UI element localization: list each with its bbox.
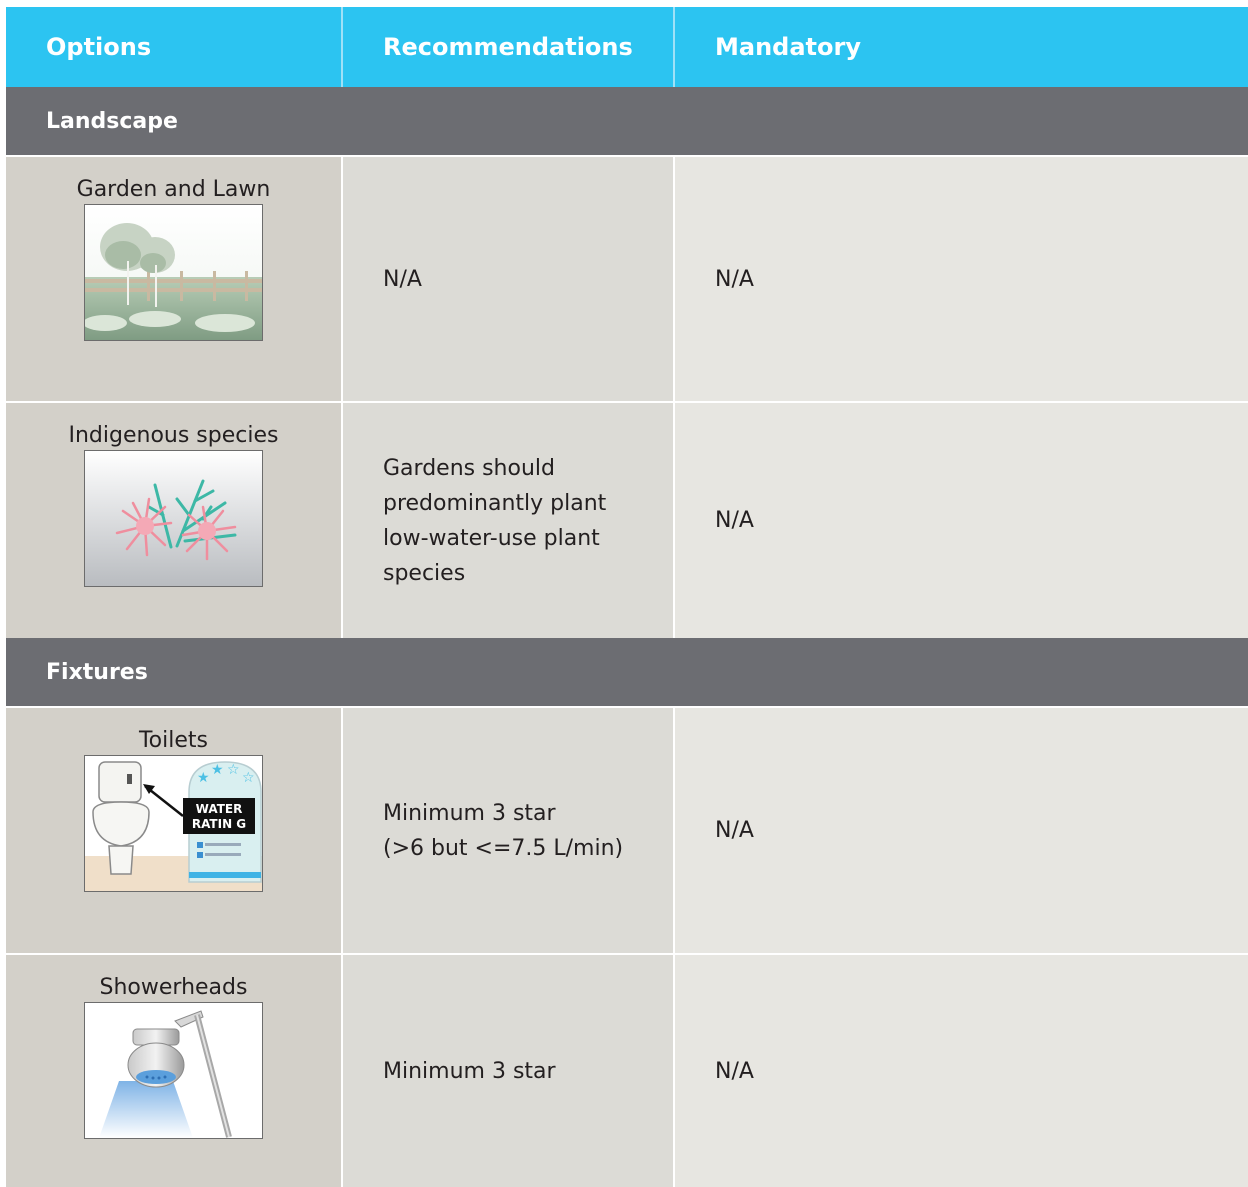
option-label: Toilets — [138, 728, 208, 753]
header-options: Options — [6, 7, 343, 87]
toilet-water-rating-icon: ★ ★ ☆ ☆ WATER RATIN G — [84, 755, 263, 892]
showerhead-icon — [84, 1002, 263, 1139]
svg-text:★: ★ — [211, 762, 224, 778]
header-mandatory: Mandatory — [715, 33, 861, 61]
table-row: Garden and Lawn N/A N/A — [6, 155, 1248, 401]
section-fixtures: Fixtures — [6, 638, 1248, 706]
table-row: Showerheads Minimum 3 star N/A — [6, 953, 1248, 1187]
recommendation-cell: Minimum 3 star (>6 but <=7.5 L/min) — [343, 708, 675, 953]
indigenous-plant-icon — [84, 450, 263, 587]
header-recommendations: Recommendations — [343, 7, 675, 87]
table-header-row: Options Recommendations Mandatory — [6, 7, 1248, 87]
svg-text:★: ★ — [197, 770, 210, 786]
recommendation-text: Gardens should predominantly plant low-w… — [383, 455, 607, 586]
mandatory-text: N/A — [715, 266, 754, 292]
mandatory-text: N/A — [715, 1058, 754, 1084]
mandatory-text: N/A — [715, 508, 754, 533]
mandatory-cell: N/A — [675, 955, 1248, 1187]
requirements-table: Options Recommendations Mandatory Landsc… — [6, 7, 1248, 1187]
mandatory-cell: N/A — [675, 708, 1248, 953]
recommendation-text: N/A — [383, 266, 422, 292]
recommendation-text: Minimum 3 star — [383, 1058, 556, 1084]
mandatory-cell: N/A — [675, 157, 1248, 401]
recommendation-cell: Minimum 3 star — [343, 955, 675, 1187]
option-cell: Toilets ★ ★ ☆ ☆ WATER RATIN G — [6, 708, 343, 953]
svg-text:☆: ☆ — [242, 770, 255, 786]
table-row: Toilets ★ ★ ☆ ☆ WATER RATIN G Minimum 3 … — [6, 706, 1248, 953]
recommendation-cell: N/A — [343, 157, 675, 401]
option-label: Indigenous species — [68, 423, 279, 448]
water-rating-label-line2: RATIN G — [192, 817, 246, 831]
mandatory-cell: N/A — [675, 403, 1248, 638]
option-cell: Indigenous species — [6, 403, 343, 638]
recommendation-cell: Gardens should predominantly plant low-w… — [343, 403, 675, 638]
mandatory-text: N/A — [715, 818, 754, 843]
option-cell: Showerheads — [6, 955, 343, 1187]
option-label: Showerheads — [99, 975, 248, 1000]
option-cell: Garden and Lawn — [6, 157, 343, 401]
recommendation-line: Minimum 3 star — [383, 800, 556, 826]
table-row: Indigenous species Gardens should predom… — [6, 401, 1248, 638]
recommendation-line: (>6 but <=7.5 L/min) — [383, 835, 624, 861]
option-label: Garden and Lawn — [76, 177, 271, 202]
section-landscape: Landscape — [6, 87, 1248, 155]
svg-text:☆: ☆ — [227, 762, 240, 778]
garden-lawn-icon — [84, 204, 263, 341]
recommendation-text: Minimum 3 star (>6 but <=7.5 L/min) — [383, 796, 623, 866]
water-rating-label-line1: WATER — [196, 802, 243, 816]
